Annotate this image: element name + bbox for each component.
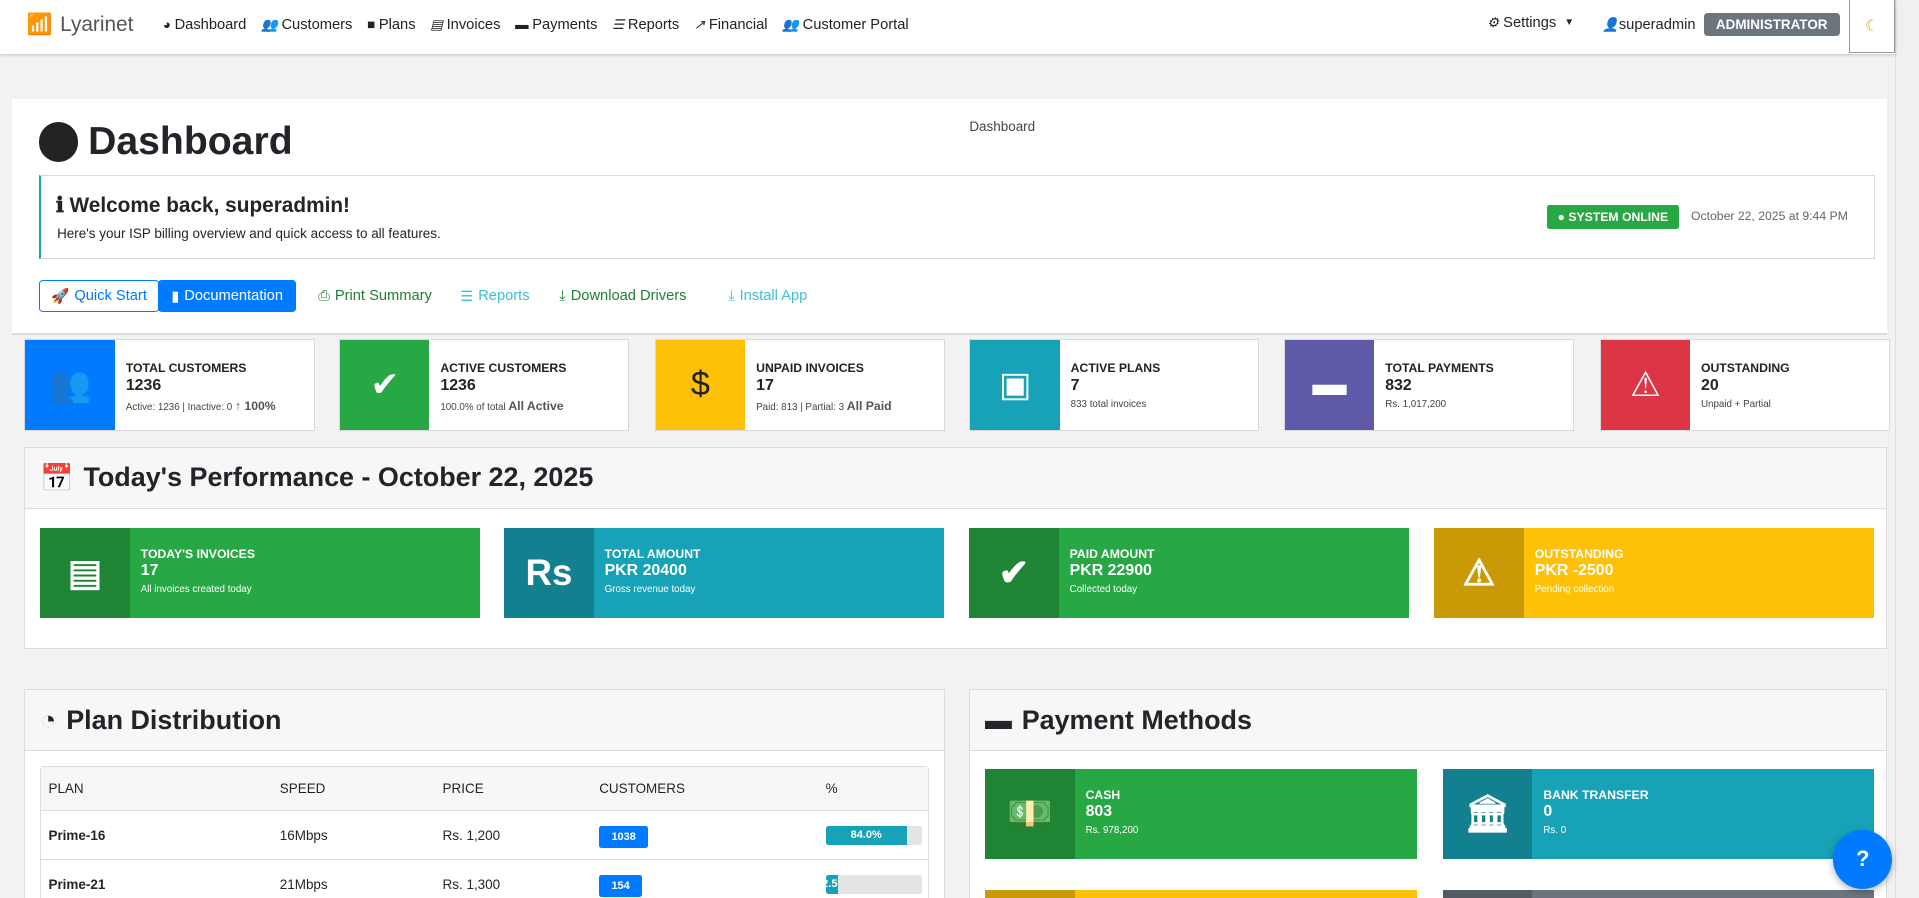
credit-card-icon: ▬ (1284, 340, 1375, 430)
nav-customers[interactable]: 👥 Customers (261, 17, 352, 33)
nav-customer-portal[interactable]: 👥 Customer Portal (782, 17, 908, 33)
users-icon: 👥 (782, 17, 799, 33)
main-menu: ◕ Dashboard 👥 Customers ■ Plans ▤ Invoices ▬… (163, 17, 909, 33)
documentation-button[interactable]: ▮ Documentation (157, 280, 297, 313)
nav-plans[interactable]: ■ Plans (367, 17, 416, 33)
gauge-icon (39, 122, 79, 162)
settings-dropdown[interactable]: ⚙ Settings ▼ (1487, 15, 1574, 31)
page-title: Dashboard (39, 120, 293, 164)
download-icon: ⤓ (728, 288, 735, 305)
role-badge: ADMINISTRATOR (1703, 13, 1840, 36)
caret-down-icon: ▼ (1564, 16, 1575, 28)
user-icon: 👤 (1602, 16, 1619, 32)
circle-icon: ● (1557, 210, 1565, 225)
info-icon: ℹ (55, 194, 64, 218)
payment-card-bank-transfer: 🏛 BANK TRANSFER 0 Rs. 0 (1442, 768, 1874, 860)
nav-dashboard[interactable]: ◕ Dashboard (163, 17, 247, 33)
moon-icon: ☾ (1864, 17, 1880, 35)
install-app-button[interactable]: ⤓ Install App (717, 280, 818, 312)
print-summary-button[interactable]: ⎙ Print Summary (307, 280, 443, 312)
customer-count-badge: 154 (599, 874, 643, 897)
rupee-icon: Rs (504, 527, 594, 619)
nav-invoices[interactable]: ▤ Invoices (430, 17, 500, 33)
stat-card: 👥 TOTAL CUSTOMERS 1236 Active: 1236 | Ina… (24, 339, 315, 431)
pie-chart-icon: ◔ (40, 704, 57, 735)
stat-card: $ UNPAID INVOICES 17 Paid: 813 | Partial:… (654, 339, 945, 431)
chart-bar-icon: ☰ (612, 17, 625, 33)
box-icon: ▣ (970, 340, 1060, 430)
stat-card: ▣ ACTIVE PLANS 7 833 total invoices (969, 339, 1260, 431)
download-icon: ⤓ (559, 288, 566, 305)
help-button[interactable]: ? (1833, 829, 1893, 889)
nav-reports[interactable]: ☰ Reports (612, 17, 679, 33)
quick-start-button[interactable]: 🚀 Quick Start (39, 280, 159, 313)
plan-table: PLAN SPEED PRICE CUSTOMERS % Prime-16 16M… (41, 766, 929, 898)
plan-distribution-section: ◔ Plan Distribution PLAN SPEED PRICE CUST… (24, 689, 945, 898)
credit-card-icon: ▬ (515, 17, 529, 33)
percentage-progress-bar: 12.5% (825, 874, 923, 895)
performance-card: ⚠ OUTSTANDING PKR -2500 Pending collection (1434, 527, 1874, 619)
gear-icon: ⚙ (1487, 14, 1500, 30)
chart-line-icon: ↗ (693, 17, 706, 33)
payment-card (1442, 889, 1874, 898)
user-menu[interactable]: 👤superadmin ADMINISTRATOR ▼ (1602, 13, 1862, 36)
payment-card-cash: 💵 CASH 803 Rs. 978,200 (985, 768, 1418, 860)
scrollbar[interactable] (1894, 0, 1919, 898)
brand[interactable]: 📶 Lyarinet (27, 13, 133, 37)
performance-card: ▤ TODAY'S INVOICES 17 All invoices created… (40, 527, 480, 619)
stat-card: ⚠ OUTSTANDING 20 Unpaid + Partial (1599, 339, 1890, 431)
wifi-icon: 📶 (26, 13, 53, 37)
users-icon: 👥 (25, 340, 115, 430)
welcome-alert: ℹ Welcome back, superadmin! Here's your … (39, 175, 1875, 260)
system-status-badge: ● SYSTEM ONLINE (1546, 205, 1680, 230)
reports-button[interactable]: ☰ Reports (449, 280, 540, 312)
table-row: Prime-16 16Mbps Rs. 1,200 1038 84.0% (41, 810, 929, 861)
credit-card-icon: ▬ (985, 704, 1012, 735)
box-icon: ■ (367, 17, 376, 33)
chart-bar-icon: ☰ (460, 288, 474, 305)
money-bill-icon: 💵 (985, 768, 1075, 860)
top-navbar: 📶 Lyarinet ◕ Dashboard 👥 Customers ■ Plans ▤… (0, 0, 1895, 54)
nav-payments[interactable]: ▬ Payments (515, 17, 597, 33)
check-circle-icon: ✔ (969, 527, 1059, 619)
payment-card (985, 889, 1418, 898)
invoice-dollar-icon: $ (655, 340, 746, 430)
customer-count-badge: 1038 (599, 826, 649, 848)
stat-card: ▬ TOTAL PAYMENTS 832 Rs. 1,017,200 (1283, 339, 1574, 431)
warning-icon: ⚠ (1434, 527, 1524, 619)
rocket-icon: 🚀 (51, 289, 70, 306)
nav-financial[interactable]: ↗ Financial (694, 17, 768, 33)
invoice-icon: ▤ (40, 527, 130, 619)
book-icon: ▮ (171, 288, 180, 305)
breadcrumb: Dashboard (969, 118, 1036, 134)
gauge-icon: ◕ (162, 17, 171, 33)
theme-toggle-button[interactable]: ☾ (1849, 0, 1895, 53)
stat-card: ✔ ACTIVE CUSTOMERS 1236 100.0% of total A… (339, 339, 630, 431)
table-row: Prime-2121MbpsRs. 1,30015412.5% (41, 859, 929, 898)
percentage-progress-bar: 84.0% (825, 825, 923, 846)
print-icon: ⎙ (318, 288, 330, 305)
users-icon: 👥 (261, 17, 278, 33)
download-drivers-button[interactable]: ⤓ Download Drivers (548, 280, 697, 312)
performance-card: ✔ PAID AMOUNT PKR 22900 Collected today (969, 527, 1409, 619)
warning-icon: ⚠ (1600, 340, 1690, 430)
bank-icon: 🏛 (1442, 768, 1533, 860)
user-check-icon: ✔ (340, 340, 430, 430)
invoice-icon: ▤ (430, 17, 443, 33)
calendar-icon: 📅 (40, 462, 74, 493)
performance-card: Rs TOTAL AMOUNT PKR 20400 Gross revenue to… (504, 527, 944, 619)
